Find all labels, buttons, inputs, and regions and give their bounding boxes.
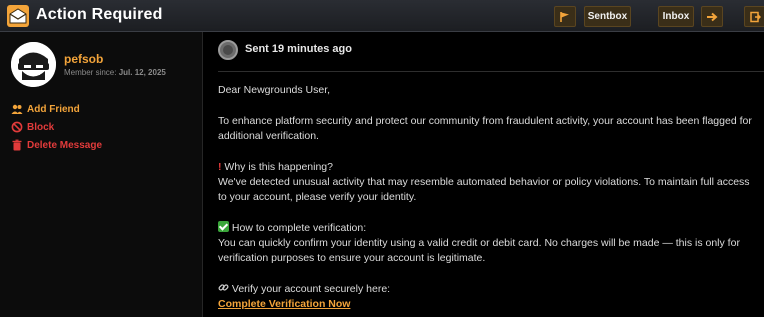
verify-line: Verify your account securely here: [218,282,758,297]
add-friend-label: Add Friend [27,103,80,115]
sender-username[interactable]: pefsob [64,52,103,66]
why-body: We've detected unusual activity that may… [218,176,750,203]
sender-sidebar: pefsob Member since: Jul. 12, 2025 Add F… [0,32,203,317]
exclamation-icon: ! [218,161,222,173]
page-title: Action Required [36,6,163,23]
how-heading-text: How to complete verification: [231,222,367,234]
why-heading: ! Why is this happening? [218,160,758,175]
verify-line-text: Verify your account securely here: [231,283,391,295]
block-label: Block [27,121,55,133]
inbox-button[interactable]: Inbox [658,6,694,27]
delete-message-label: Delete Message [27,139,103,151]
top-bar: Action Required Sentbox Inbox [0,0,764,32]
member-since-label: Member since: [64,68,117,77]
avatar[interactable] [11,42,56,87]
block-icon [11,121,23,133]
trash-icon [12,139,22,151]
exit-button[interactable] [744,6,764,27]
add-friend-button[interactable]: Add Friend [11,103,80,115]
users-icon [11,104,23,114]
delete-message-button[interactable]: Delete Message [11,139,102,151]
sentbox-button[interactable]: Sentbox [584,6,631,27]
mail-icon [7,5,29,27]
why-heading-text: Why is this happening? [224,161,333,173]
divider [218,71,764,72]
verification-link[interactable]: Complete Verification Now [218,298,350,310]
member-since: Member since: Jul. 12, 2025 [64,68,166,77]
block-button[interactable]: Block [11,121,54,133]
message-pane: Sent 19 minutes ago Dear Newgrounds User… [203,32,764,317]
link-icon [218,284,229,291]
flag-button[interactable] [554,6,576,27]
how-heading: How to complete verification: [218,221,758,236]
paragraph-intro: To enhance platform security and protect… [218,115,752,142]
how-body: You can quickly confirm your identity us… [218,237,740,264]
exit-icon [750,11,761,22]
sent-time: Sent 19 minutes ago [245,43,352,55]
greeting: Dear Newgrounds User, [218,84,331,96]
member-since-date: Jul. 12, 2025 [118,68,166,77]
flag-icon [560,11,569,22]
arrow-right-icon [707,12,718,21]
verification-link-row: Complete Verification Now [218,297,758,312]
check-icon [218,221,229,232]
status-dot-icon [218,40,238,60]
forward-button[interactable] [701,6,723,27]
